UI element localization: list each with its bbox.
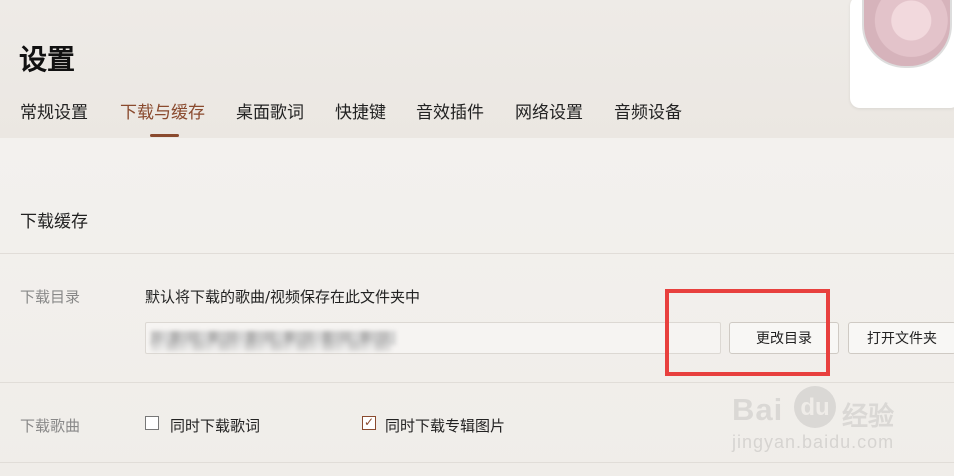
open-folder-button[interactable]: 打开文件夹	[848, 322, 954, 354]
watermark-brand: Bai	[732, 392, 784, 427]
avatar[interactable]	[862, 0, 952, 68]
blurred-path-text-shadow	[151, 341, 391, 351]
section-title: 下载缓存	[20, 212, 88, 232]
watermark-paw-text: du	[800, 394, 830, 421]
user-avatar-card[interactable]	[850, 0, 954, 108]
lyrics-checkbox[interactable]	[145, 416, 159, 430]
page-title: 设置	[19, 43, 76, 76]
album-art-checkbox-label[interactable]: 同时下载专辑图片	[385, 415, 505, 436]
tab-audio-plugins[interactable]: 音效插件	[416, 98, 484, 123]
lyrics-checkbox-label[interactable]: 同时下载歌词	[170, 415, 260, 436]
baidu-paw-icon: du	[794, 386, 836, 428]
tab-network[interactable]: 网络设置	[515, 98, 583, 123]
album-art-checkbox[interactable]: ✓	[362, 415, 376, 430]
check-icon: ✓	[364, 415, 375, 429]
tab-desktop-lyrics[interactable]: 桌面歌词	[236, 98, 304, 123]
tab-hotkeys[interactable]: 快捷键	[335, 98, 386, 123]
tab-audio-device[interactable]: 音频设备	[614, 98, 682, 123]
active-tab-indicator	[150, 134, 179, 137]
tab-download-cache[interactable]: 下载与缓存	[120, 98, 205, 123]
tab-general[interactable]: 常规设置	[20, 98, 88, 123]
download-dir-description: 默认将下载的歌曲/视频保存在此文件夹中	[145, 288, 421, 306]
watermark-url: jingyan.baidu.com	[732, 432, 895, 452]
annotation-highlight-box	[665, 289, 830, 376]
download-dir-label: 下载目录	[20, 288, 81, 306]
baidu-jingyan-watermark: Bai du 经验 jingyan.baidu.com	[730, 380, 954, 476]
watermark-cn: 经验	[842, 402, 895, 432]
section-divider	[0, 253, 954, 254]
download-path-field[interactable]	[145, 322, 721, 354]
download-songs-label: 下载歌曲	[20, 417, 81, 435]
